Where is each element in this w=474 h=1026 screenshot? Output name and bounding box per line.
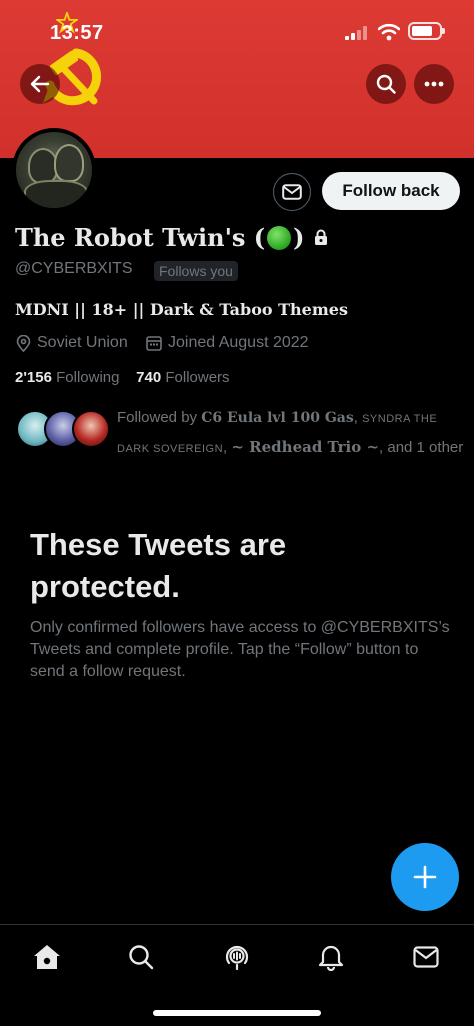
tab-notifications[interactable] [313,939,349,975]
arrow-left-icon [30,75,50,93]
calendar-icon [146,336,162,351]
following-link[interactable]: 2'156 Following [15,369,119,386]
bottom-tab-bar [0,924,474,1026]
plus-icon [413,865,437,889]
followed-by-name-1: C6 Eula lvl 100 Gas [201,410,354,426]
followed-by-prefix: Followed by [117,409,202,426]
followers-link[interactable]: 740 Followers [136,369,229,386]
location-pin-icon [16,334,31,352]
back-button[interactable] [20,64,60,104]
follower-avatar [72,410,110,448]
status-time: 13:57 [50,22,104,44]
profile-avatar[interactable] [12,128,96,212]
battery-icon [408,22,445,40]
followers-count: 740 [136,369,162,386]
tab-home[interactable] [29,939,65,975]
search-icon [129,945,154,970]
user-handle: @CYBERBXITS [15,260,133,277]
envelope-icon [282,184,302,200]
tab-messages[interactable] [408,939,444,975]
search-icon [376,74,396,94]
bell-icon [318,945,344,971]
protected-title: These Tweets are protected. [30,527,287,604]
followers-label: Followers [165,369,230,386]
followed-by-avatars[interactable] [16,410,110,450]
display-name-close: ) [293,223,305,252]
wifi-icon [378,23,400,41]
profile-location: Soviet Union [16,334,128,352]
green-circle-emoji-icon [267,225,292,250]
profile-bio: MDNI || 18+ || Dark & Taboo Themes [15,300,348,319]
more-icon [424,81,444,87]
follow-back-button[interactable]: Follow back [322,172,460,210]
protected-message: Only confirmed followers have access to … [30,619,450,680]
search-button[interactable] [366,64,406,104]
status-bar: 13:57 [0,18,474,46]
home-icon [34,945,60,969]
spaces-icon [225,945,249,971]
lock-icon [314,229,327,245]
profile-joined-date: Joined August 2022 [146,334,309,352]
message-button[interactable] [273,173,311,211]
envelope-icon [413,946,439,968]
following-count: 2'156 [15,369,52,386]
compose-button[interactable] [391,843,459,911]
joined-text: Joined August 2022 [168,334,309,351]
following-label: Following [56,369,120,386]
follows-you-badge: Follows you [154,261,238,281]
tab-search[interactable] [123,939,159,975]
cellular-signal-icon [345,26,367,40]
home-indicator[interactable] [153,1010,321,1016]
followed-by-text[interactable]: Followed by C6 Eula lvl 100 Gas, SYNDRA … [117,404,467,463]
display-name: The Robot Twin's ( ) [15,223,328,252]
tab-spaces[interactable] [219,939,255,975]
followed-by-suffix: , and 1 other [379,439,464,456]
follow-stats: 2'156 Following 740 Followers [15,369,230,386]
display-name-text: The Robot Twin's ( [15,223,266,252]
followed-by-sep-1: , [353,409,363,426]
location-text: Soviet Union [37,334,128,351]
more-button[interactable] [414,64,454,104]
followed-by-name-3: ~ Redhead Trio ~ [231,438,380,456]
